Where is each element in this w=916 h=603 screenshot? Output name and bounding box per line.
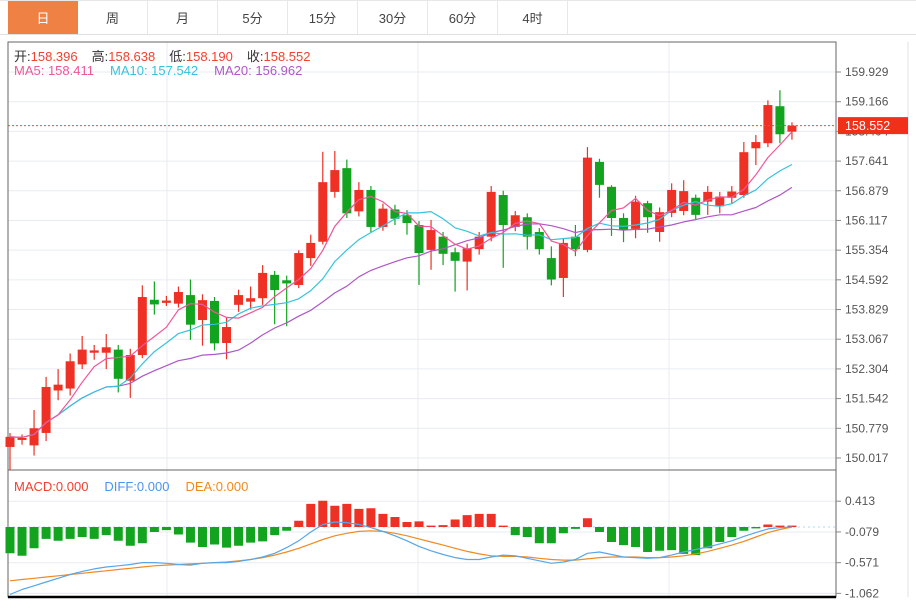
svg-text:153.829: 153.829 <box>845 303 889 317</box>
svg-text:158.552: 158.552 <box>845 119 890 133</box>
tab-month[interactable]: 月 <box>148 1 218 34</box>
svg-text:150.779: 150.779 <box>845 421 889 435</box>
macd-legend: MACD:0.000 DIFF:0.000 DEA:0.000 <box>14 479 248 494</box>
svg-text:156.879: 156.879 <box>845 184 889 198</box>
svg-text:155.354: 155.354 <box>845 243 889 257</box>
tab-m60[interactable]: 60分 <box>428 1 498 34</box>
ma5-value: MA5: 158.411 <box>14 63 94 78</box>
kline-chart[interactable]: 159.929159.166158.404157.641156.879156.1… <box>0 0 916 603</box>
tab-m5[interactable]: 5分 <box>218 1 288 34</box>
macd-value: MACD:0.000 <box>14 479 88 494</box>
high-value: 158.638 <box>108 49 155 64</box>
tab-m15[interactable]: 15分 <box>288 1 358 34</box>
open-label: 开: <box>14 49 31 64</box>
dea-value: DEA:0.000 <box>185 479 248 494</box>
low-value: 158.190 <box>186 49 233 64</box>
svg-text:-0.571: -0.571 <box>845 556 879 570</box>
open-value: 158.396 <box>31 49 78 64</box>
svg-text:153.067: 153.067 <box>845 332 889 346</box>
price-axis: 159.929159.166158.404157.641156.879156.1… <box>836 65 889 600</box>
period-tabbar: 日周月5分15分30分60分4时 <box>0 0 916 35</box>
tab-h4[interactable]: 4时 <box>498 1 568 34</box>
svg-text:151.542: 151.542 <box>845 392 889 406</box>
ma20-value: MA20: 156.962 <box>214 63 302 78</box>
diff-value: DIFF:0.000 <box>104 479 169 494</box>
current-price-flag: 158.552 <box>838 117 908 134</box>
ma-legend: MA5: 158.411 MA10: 157.542 MA20: 156.962 <box>14 63 302 78</box>
high-label: 高: <box>92 49 109 64</box>
kline-chart-widget: 日周月5分15分30分60分4时 159.929159.166158.40415… <box>0 0 916 603</box>
ma10-value: MA10: 157.542 <box>110 63 198 78</box>
svg-text:159.166: 159.166 <box>845 95 889 109</box>
tab-week[interactable]: 周 <box>78 1 148 34</box>
ma-lines <box>10 132 792 438</box>
svg-text:157.641: 157.641 <box>845 154 889 168</box>
svg-text:154.592: 154.592 <box>845 273 889 287</box>
svg-text:152.304: 152.304 <box>845 362 889 376</box>
svg-text:0.413: 0.413 <box>845 494 875 508</box>
svg-text:156.117: 156.117 <box>845 213 888 227</box>
low-label: 低: <box>169 49 186 64</box>
close-label: 收: <box>247 49 264 64</box>
close-value: 158.552 <box>264 49 311 64</box>
tab-m30[interactable]: 30分 <box>358 1 428 34</box>
svg-text:-0.079: -0.079 <box>845 525 879 539</box>
svg-text:-1.062: -1.062 <box>845 586 879 600</box>
svg-text:159.929: 159.929 <box>845 65 889 79</box>
macd-panel <box>6 501 837 595</box>
svg-text:150.017: 150.017 <box>845 451 889 465</box>
tab-day[interactable]: 日 <box>8 1 78 34</box>
